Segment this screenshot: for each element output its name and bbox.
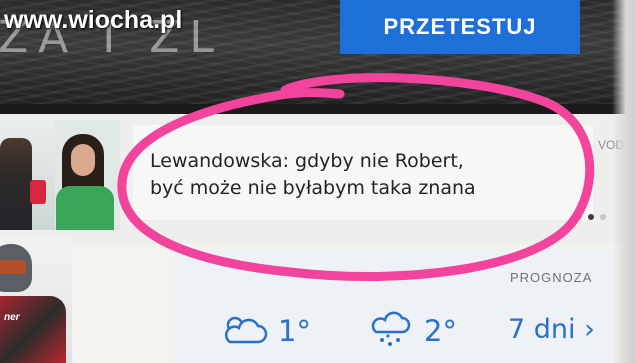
watermark: www.wiocha.pl — [4, 6, 183, 34]
forecast-label: PROGNOZA — [510, 270, 593, 285]
cloud-sun-icon — [225, 316, 268, 344]
thumbnail-suit — [0, 296, 66, 363]
news-headline[interactable]: Lewandowska: gdyby nie Robert, być może … — [150, 148, 480, 202]
forecast-7-days-link[interactable]: 7 dni › — [508, 314, 595, 345]
thumbnail-person-left — [0, 138, 32, 230]
carousel-dot-active[interactable] — [588, 214, 594, 220]
cloud-snow-icon — [371, 311, 411, 346]
carousel-dot[interactable] — [576, 214, 582, 220]
try-button[interactable]: PRZETESTUJ — [340, 0, 580, 54]
sports-thumbnail[interactable]: ner — [0, 238, 72, 363]
screen-edge — [612, 0, 635, 363]
weather-tomorrow-value[interactable]: 2° — [424, 314, 457, 348]
carousel-dot[interactable] — [600, 214, 606, 220]
thumbnail-caption: ner — [4, 312, 20, 323]
weather-today-value[interactable]: 1° — [278, 314, 311, 348]
thumbnail-person-body — [56, 186, 114, 230]
microphone-icon — [30, 180, 46, 204]
carousel-dots — [576, 214, 606, 220]
banner-divider — [0, 104, 635, 114]
news-thumbnail[interactable] — [0, 120, 120, 230]
thumbnail-goggles — [0, 260, 26, 274]
thumbnail-person-face — [71, 144, 95, 176]
